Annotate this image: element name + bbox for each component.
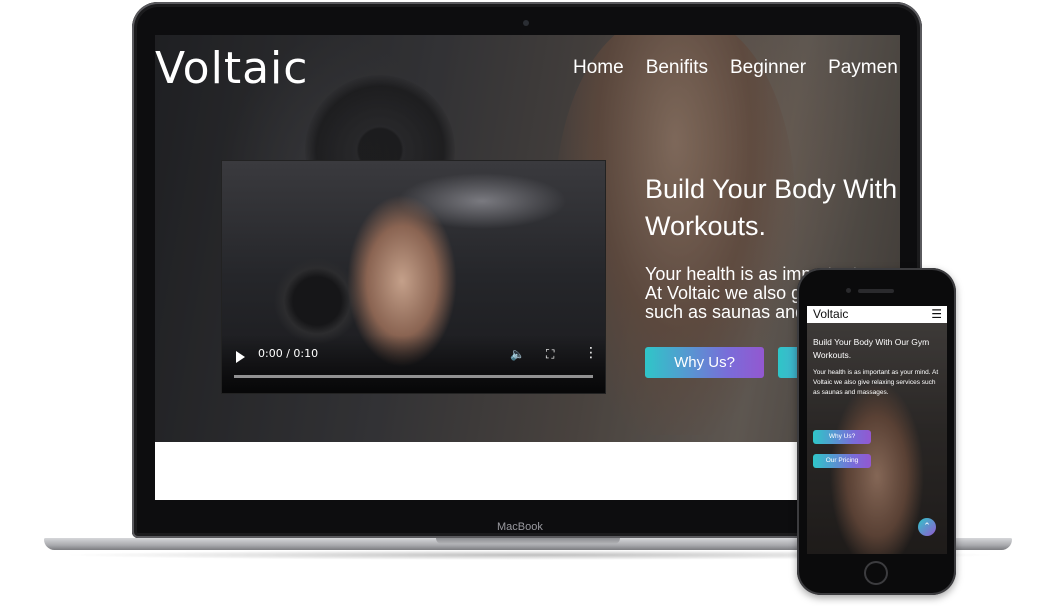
main-nav: Home Benifits Beginner Paymen (573, 57, 900, 79)
nav-link-benefits[interactable]: Benifits (646, 57, 708, 79)
volume-icon[interactable]: 🔈 (510, 347, 525, 361)
nav-link-home[interactable]: Home (573, 57, 624, 79)
more-options-icon[interactable]: ⋮ (584, 345, 598, 361)
phone-hero-heading: Build Your Body With Our Gym Workouts. (813, 337, 930, 360)
nav-link-beginner[interactable]: Beginner (730, 57, 806, 79)
phone-our-pricing-button[interactable]: Our Pricing (813, 454, 871, 468)
play-icon[interactable] (236, 351, 245, 363)
laptop-base-notch (436, 538, 620, 544)
video-time: 0:00 / 0:10 (258, 347, 319, 360)
phone-site-logo[interactable]: Voltaic (813, 307, 848, 321)
phone-home-button[interactable] (864, 561, 888, 585)
video-progress-bar[interactable] (234, 375, 593, 378)
hamburger-menu-icon[interactable]: ☰ (931, 307, 942, 321)
phone-speaker (858, 289, 894, 293)
why-us-button[interactable]: Why Us? (645, 347, 764, 378)
video-controls (222, 335, 605, 393)
hero-section: Voltaic Home Benifits Beginner Paymen 0:… (155, 35, 900, 442)
hero-heading: Build Your Body With Gym Workouts. (645, 174, 900, 241)
macbook-label: MacBook (497, 521, 543, 533)
phone-nav-bar: Voltaic ☰ (807, 306, 947, 323)
site-logo[interactable]: Voltaic (155, 43, 308, 94)
laptop-camera-icon (523, 20, 529, 26)
nav-link-payment[interactable]: Paymen (828, 57, 898, 79)
phone-why-us-button[interactable]: Why Us? (813, 430, 871, 444)
phone-camera-icon (846, 288, 851, 293)
phone-screen: Voltaic ☰ Build Your Body With Our Gym W… (807, 306, 947, 554)
laptop-screen: Voltaic Home Benifits Beginner Paymen 0:… (155, 35, 900, 500)
chevron-up-icon[interactable]: ⌃ (918, 518, 936, 536)
phone-hero-text: Your health is as important as your mind… (813, 369, 939, 396)
fullscreen-icon[interactable]: ⛶ (546, 347, 554, 362)
workout-video-player[interactable]: 0:00 / 0:10 🔈 ⛶ ⋮ (222, 161, 605, 393)
